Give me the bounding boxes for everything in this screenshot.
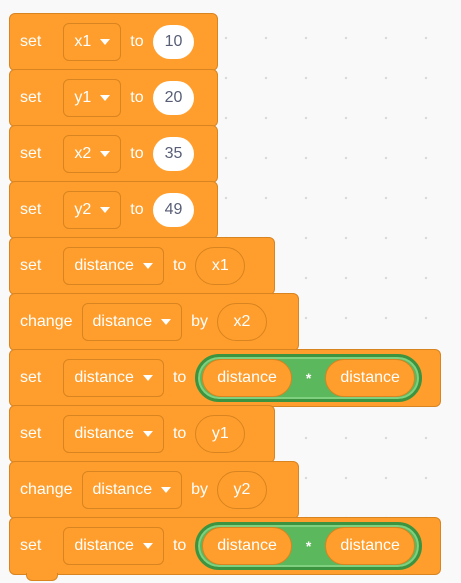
set-variable-block[interactable]: set y2 to 49 bbox=[9, 181, 218, 239]
block-verb-label: set bbox=[20, 257, 42, 274]
block-preposition-label: to bbox=[172, 537, 187, 554]
block-preposition-label: by bbox=[191, 481, 208, 498]
set-variable-block[interactable]: set distance to x1 bbox=[9, 237, 275, 295]
variable-dropdown-label: distance bbox=[74, 425, 134, 442]
dropdown-caret-icon bbox=[100, 207, 111, 213]
block-verb-label: set bbox=[20, 89, 42, 106]
dropdown-caret-icon bbox=[142, 375, 153, 381]
dropdown-caret-icon bbox=[100, 39, 111, 45]
dropdown-caret-icon bbox=[100, 95, 111, 101]
variable-reporter[interactable]: distance bbox=[325, 359, 415, 397]
multiply-operator-symbol: * bbox=[305, 370, 312, 386]
variable-dropdown-label: x2 bbox=[74, 145, 92, 162]
variable-dropdown[interactable]: distance bbox=[63, 527, 164, 565]
dropdown-caret-icon bbox=[142, 263, 153, 269]
block-preposition-label: to bbox=[172, 425, 187, 442]
block-preposition-label: by bbox=[191, 313, 208, 330]
variable-reporter[interactable]: distance bbox=[202, 527, 292, 565]
stack-bottom-notch bbox=[26, 573, 58, 581]
block-verb-label: set bbox=[20, 369, 42, 386]
variable-dropdown[interactable]: x2 bbox=[63, 135, 122, 173]
variable-dropdown[interactable]: distance bbox=[63, 247, 164, 285]
variable-dropdown-label: distance bbox=[74, 537, 134, 554]
variable-dropdown[interactable]: distance bbox=[63, 415, 164, 453]
variable-reporter[interactable]: distance bbox=[202, 359, 292, 397]
script-stack[interactable]: set x1 to 10 set y1 to 20 set x2 to 35 set y2 to 49 set d… bbox=[9, 13, 441, 581]
number-input[interactable]: 49 bbox=[152, 193, 195, 227]
block-preposition-label: to bbox=[130, 201, 144, 218]
block-preposition-label: to bbox=[172, 369, 187, 386]
variable-dropdown-label: distance bbox=[74, 257, 134, 274]
variable-dropdown-label: y1 bbox=[74, 89, 92, 106]
variable-dropdown-label: x1 bbox=[74, 33, 92, 50]
block-verb-label: set bbox=[20, 33, 42, 50]
dropdown-caret-icon bbox=[142, 543, 153, 549]
variable-dropdown[interactable]: distance bbox=[81, 303, 183, 341]
block-preposition-label: to bbox=[130, 89, 144, 106]
number-input[interactable]: 10 bbox=[152, 25, 195, 59]
number-input[interactable]: 20 bbox=[152, 81, 195, 115]
variable-dropdown[interactable]: x1 bbox=[63, 23, 122, 61]
variable-dropdown-label: distance bbox=[92, 313, 153, 330]
variable-dropdown[interactable]: distance bbox=[81, 471, 183, 509]
multiply-operator-block[interactable]: distance * distance bbox=[195, 522, 422, 570]
change-variable-block[interactable]: change distance by y2 bbox=[9, 461, 299, 519]
variable-dropdown[interactable]: y1 bbox=[63, 79, 122, 117]
block-preposition-label: to bbox=[130, 145, 144, 162]
block-verb-label: set bbox=[20, 537, 42, 554]
dropdown-caret-icon bbox=[161, 319, 172, 325]
variable-dropdown-label: distance bbox=[92, 481, 153, 498]
variable-reporter[interactable]: distance bbox=[325, 527, 415, 565]
block-preposition-label: to bbox=[130, 33, 144, 50]
number-input[interactable]: 35 bbox=[152, 137, 195, 171]
block-preposition-label: to bbox=[172, 257, 187, 274]
variable-reporter[interactable]: x1 bbox=[195, 247, 246, 285]
block-verb-label: set bbox=[20, 201, 42, 218]
block-verb-label: change bbox=[20, 481, 73, 498]
variable-reporter[interactable]: y1 bbox=[195, 415, 246, 453]
change-variable-block[interactable]: change distance by x2 bbox=[9, 293, 299, 351]
dropdown-caret-icon bbox=[142, 431, 153, 437]
block-verb-label: set bbox=[20, 425, 42, 442]
set-variable-block[interactable]: set y1 to 20 bbox=[9, 69, 218, 127]
dropdown-caret-icon bbox=[161, 487, 172, 493]
set-variable-block[interactable]: set distance to distance * distance bbox=[9, 349, 441, 407]
block-verb-label: set bbox=[20, 145, 42, 162]
variable-dropdown-label: distance bbox=[74, 369, 134, 386]
set-variable-block[interactable]: set distance to distance * distance bbox=[9, 517, 441, 581]
variable-reporter[interactable]: x2 bbox=[217, 303, 267, 341]
variable-dropdown[interactable]: y2 bbox=[63, 191, 122, 229]
variable-reporter[interactable]: y2 bbox=[217, 471, 267, 509]
multiply-operator-block[interactable]: distance * distance bbox=[195, 354, 422, 402]
variable-dropdown[interactable]: distance bbox=[63, 359, 164, 397]
set-variable-block[interactable]: set distance to y1 bbox=[9, 405, 275, 463]
set-variable-block[interactable]: set x2 to 35 bbox=[9, 125, 218, 183]
multiply-operator-symbol: * bbox=[305, 538, 312, 554]
block-verb-label: change bbox=[20, 313, 73, 330]
set-variable-block[interactable]: set x1 to 10 bbox=[9, 13, 218, 71]
variable-dropdown-label: y2 bbox=[74, 201, 92, 218]
dropdown-caret-icon bbox=[100, 151, 111, 157]
